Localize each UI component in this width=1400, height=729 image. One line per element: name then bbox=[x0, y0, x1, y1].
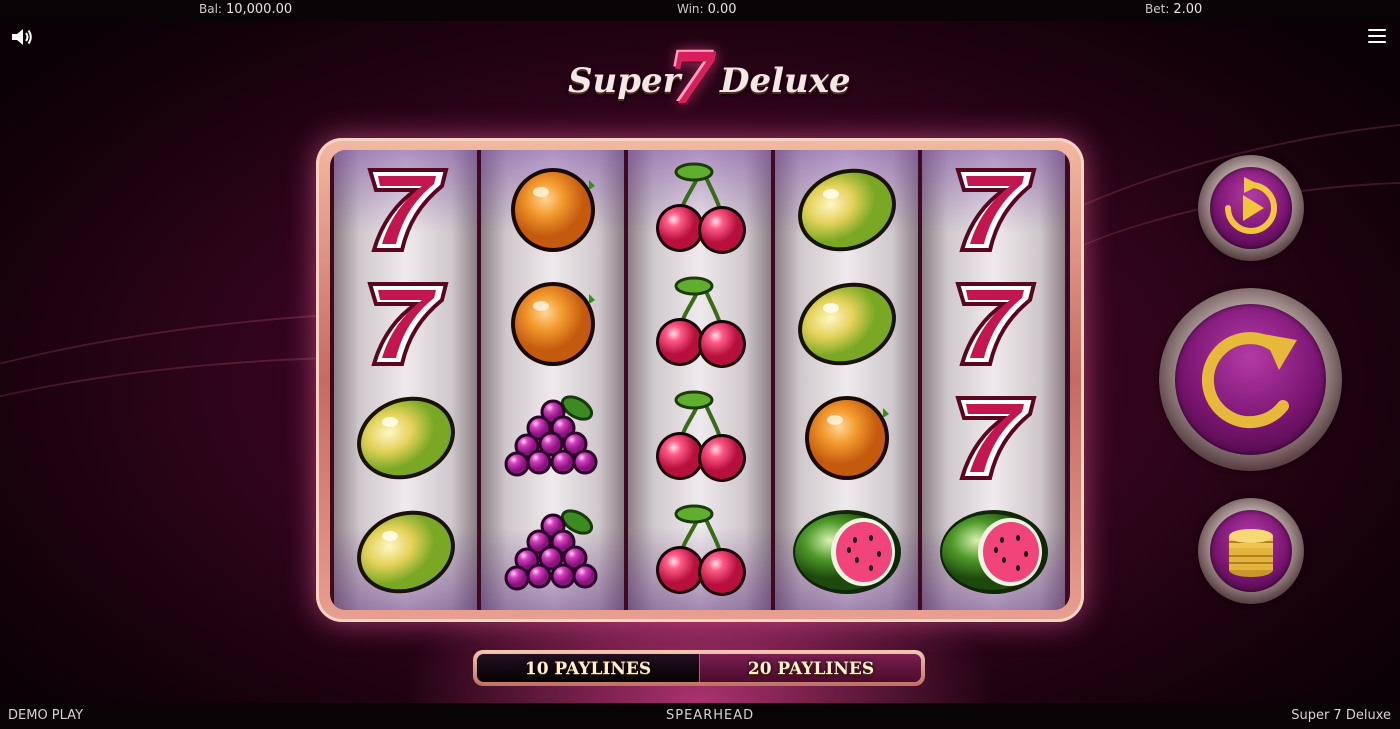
watermelon-symbol bbox=[791, 500, 903, 600]
cherries-symbol bbox=[644, 272, 756, 372]
reel-1 bbox=[334, 150, 477, 610]
provider-logo: SPEARHEAD bbox=[666, 708, 755, 723]
sound-icon[interactable] bbox=[10, 26, 34, 48]
lemon-symbol bbox=[350, 500, 462, 600]
balance-value: 10,000.00 bbox=[225, 2, 293, 17]
cherries-symbol bbox=[644, 158, 756, 258]
balance-label: Bal: bbox=[199, 2, 222, 16]
seven-symbol bbox=[938, 272, 1050, 372]
paylines-20-button[interactable]: 20 PAYLINES bbox=[699, 654, 921, 682]
bet-display: Bet: 2.00 bbox=[1145, 2, 1202, 17]
orange-symbol bbox=[791, 386, 903, 486]
lemon-symbol bbox=[791, 272, 903, 372]
seven-symbol bbox=[350, 272, 462, 372]
spin-icon bbox=[1201, 332, 1297, 429]
reel-4 bbox=[775, 150, 918, 610]
grapes-symbol bbox=[497, 500, 609, 600]
game-logo: Super 7 Deluxe bbox=[560, 37, 851, 120]
watermelon-symbol bbox=[938, 500, 1050, 600]
coin-stack-icon bbox=[1229, 529, 1273, 577]
orange-symbol bbox=[497, 272, 609, 372]
win-label: Win: bbox=[677, 2, 704, 16]
bet-label: Bet: bbox=[1145, 2, 1170, 16]
top-status-bar: Bal: 10,000.00 Win: 0.00 Bet: 2.00 bbox=[0, 0, 1400, 21]
menu-icon[interactable] bbox=[1368, 29, 1386, 45]
game-stage: Super 7 Deluxe 10 PAYLINES 20 PAYLINES bbox=[0, 21, 1400, 703]
reel-2 bbox=[481, 150, 624, 610]
spin-button[interactable] bbox=[1159, 288, 1342, 471]
win-value: 0.00 bbox=[707, 2, 737, 17]
lemon-symbol bbox=[791, 158, 903, 258]
orange-symbol bbox=[497, 158, 609, 258]
demo-play-label: DEMO PLAY bbox=[8, 708, 84, 723]
bottom-bar: DEMO PLAY SPEARHEAD Super 7 Deluxe bbox=[0, 703, 1400, 729]
reel-area bbox=[330, 150, 1070, 610]
bet-value: 2.00 bbox=[1173, 2, 1203, 17]
balance-display: Bal: 10,000.00 bbox=[199, 2, 292, 17]
paylines-track: 10 PAYLINES 20 PAYLINES bbox=[477, 654, 921, 682]
reel-3 bbox=[628, 150, 771, 610]
logo-word-super: Super bbox=[568, 61, 681, 101]
logo-word-deluxe: Deluxe bbox=[720, 61, 851, 101]
game-name-label: Super 7 Deluxe bbox=[1291, 708, 1391, 723]
paylines-selector: 10 PAYLINES 20 PAYLINES bbox=[473, 650, 925, 686]
seven-symbol bbox=[938, 158, 1050, 258]
cherries-symbol bbox=[644, 500, 756, 600]
seven-symbol bbox=[938, 386, 1050, 486]
win-display: Win: 0.00 bbox=[677, 2, 737, 17]
lemon-symbol bbox=[350, 386, 462, 486]
grapes-symbol bbox=[497, 386, 609, 486]
logo-seven: 7 bbox=[668, 37, 717, 120]
autoplay-button[interactable] bbox=[1198, 155, 1304, 261]
seven-symbol bbox=[350, 158, 462, 258]
reel-5 bbox=[922, 150, 1065, 610]
reel-frame bbox=[316, 138, 1084, 622]
cherries-symbol bbox=[644, 386, 756, 486]
autoplay-icon bbox=[1225, 177, 1277, 234]
bet-button[interactable] bbox=[1198, 498, 1304, 604]
paylines-10-button[interactable]: 10 PAYLINES bbox=[477, 654, 699, 682]
